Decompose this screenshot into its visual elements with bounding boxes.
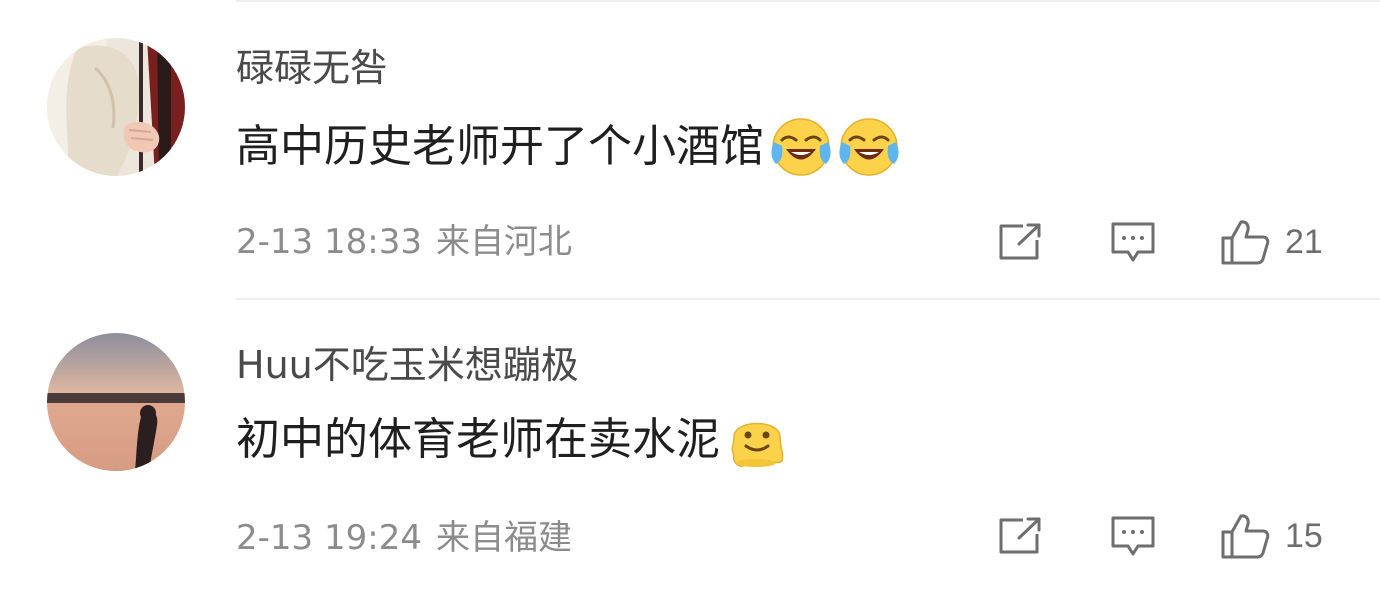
divider (236, 0, 1380, 2)
melting-face-emoji (726, 409, 788, 471)
like-count: 15 (1285, 517, 1323, 555)
comment-icon (1111, 516, 1155, 556)
repost-button[interactable] (997, 512, 1043, 560)
comment-item: 碌碌无咎 高中历史老师开了个小酒馆 2-13 18:33 来自河北 21 (0, 0, 1380, 300)
comment-text: 高中历史老师开了个小酒馆 (236, 121, 764, 172)
comment-body: 初中的体育老师在卖水泥 (236, 409, 788, 471)
comment-meta: 2-13 18:33 来自河北 (236, 220, 572, 264)
comment-button[interactable] (1110, 512, 1156, 560)
comment-feed: 碌碌无咎 高中历史老师开了个小酒馆 2-13 18:33 来自河北 21 Huu… (0, 0, 1380, 602)
repost-icon (999, 517, 1041, 554)
like-count: 21 (1285, 223, 1323, 261)
timestamp: 2-13 18:33 (236, 222, 422, 262)
location: 来自福建 (435, 518, 572, 558)
comment-icon (1111, 222, 1155, 262)
avatar[interactable] (47, 38, 185, 176)
like-icon (1221, 220, 1270, 265)
like-button[interactable]: 21 (1219, 218, 1323, 266)
laugh-cry-emoji (770, 116, 832, 178)
comment-button[interactable] (1110, 218, 1156, 266)
comment-body: 高中历史老师开了个小酒馆 (236, 116, 900, 178)
username[interactable]: Huu不吃玉米想蹦极 (236, 342, 579, 388)
avatar[interactable] (47, 333, 185, 471)
repost-icon (999, 223, 1041, 260)
avatar-image (47, 38, 185, 176)
comment-text: 初中的体育老师在卖水泥 (236, 414, 720, 465)
comment-item: Huu不吃玉米想蹦极 初中的体育老师在卖水泥 2-13 19:24 来自福建 1… (0, 298, 1380, 598)
divider (236, 298, 1380, 300)
username[interactable]: 碌碌无咎 (236, 45, 388, 91)
location: 来自河北 (435, 222, 572, 262)
like-button[interactable]: 15 (1219, 512, 1323, 560)
laugh-cry-emoji (838, 116, 900, 178)
timestamp: 2-13 19:24 (236, 518, 422, 558)
repost-button[interactable] (997, 218, 1043, 266)
avatar-image (47, 333, 185, 471)
like-icon (1221, 514, 1270, 559)
comment-meta: 2-13 19:24 来自福建 (236, 516, 572, 560)
